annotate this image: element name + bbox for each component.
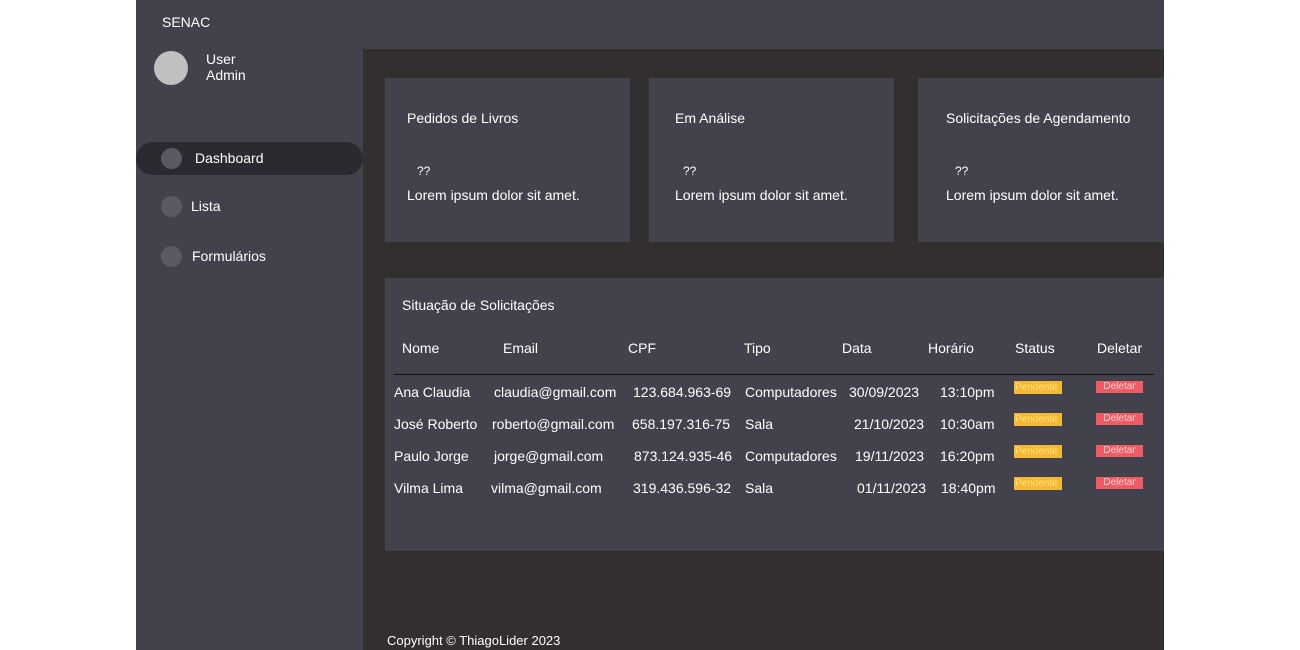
- delete-button[interactable]: Deletar: [1096, 477, 1143, 489]
- formularios-icon: [161, 246, 182, 267]
- card-title: Em Análise: [675, 110, 746, 126]
- cell-cpf: 123.684.963-69: [633, 384, 732, 400]
- status-badge: Pendente: [1014, 477, 1062, 490]
- cell-email: vilma@gmail.com: [491, 480, 602, 496]
- status-badge: Pendente: [1014, 381, 1062, 394]
- cell-tipo: Sala: [745, 480, 774, 496]
- lista-icon: [161, 196, 182, 217]
- status-badge: Pendente: [1014, 445, 1062, 458]
- card-pedidos-livros: Pedidos de Livros ?? Lorem ipsum dolor s…: [385, 78, 630, 242]
- cell-horario: 16:20pm: [940, 448, 995, 464]
- cell-horario: 13:10pm: [940, 384, 995, 400]
- sidebar: User Admin Dashboard Lista Formulários: [136, 49, 363, 650]
- column-header-data: Data: [842, 340, 872, 356]
- footer-copyright: Copyright © ThiagoLider 2023: [387, 633, 561, 648]
- main-content: Pedidos de Livros ?? Lorem ipsum dolor s…: [363, 49, 1164, 650]
- cell-tipo: Sala: [745, 416, 774, 432]
- cell-horario: 10:30am: [940, 416, 995, 432]
- column-header-horario: Horário: [928, 340, 974, 356]
- cell-nome: José Roberto: [394, 416, 478, 432]
- cell-tipo: Computadores: [745, 384, 837, 400]
- cell-cpf: 319.436.596-32: [633, 480, 732, 496]
- user-line1: User: [206, 51, 236, 67]
- column-header-tipo: Tipo: [744, 340, 771, 356]
- sidebar-item-label: Lista: [191, 198, 221, 214]
- app-window: SENAC User Admin Dashboard Lista Formulá…: [136, 0, 1164, 650]
- column-header-nome: Nome: [402, 340, 440, 356]
- card-description: Lorem ipsum dolor sit amet.: [946, 187, 1119, 203]
- cell-nome: Paulo Jorge: [394, 448, 469, 464]
- cell-horario: 18:40pm: [941, 480, 996, 496]
- card-description: Lorem ipsum dolor sit amet.: [407, 187, 580, 203]
- card-value: ??: [955, 164, 969, 178]
- table-row: Paulo Jorge jorge@gmail.com 873.124.935-…: [385, 445, 1164, 468]
- table-title: Situação de Solicitações: [402, 297, 555, 313]
- card-value: ??: [683, 164, 697, 178]
- cell-cpf: 658.197.316-75: [632, 416, 731, 432]
- sidebar-item-dashboard[interactable]: Dashboard: [136, 142, 363, 175]
- cell-data: 30/09/2023: [849, 384, 920, 400]
- sidebar-item-lista[interactable]: Lista: [136, 190, 363, 223]
- delete-button[interactable]: Deletar: [1096, 445, 1143, 457]
- card-title: Pedidos de Livros: [407, 110, 519, 126]
- status-badge: Pendente: [1014, 413, 1062, 426]
- cell-cpf: 873.124.935-46: [634, 448, 733, 464]
- sidebar-item-formularios[interactable]: Formulários: [136, 240, 363, 273]
- cell-nome: Ana Claudia: [394, 384, 471, 400]
- sidebar-item-label: Dashboard: [195, 150, 264, 166]
- sidebar-item-label: Formulários: [192, 248, 266, 264]
- brand-title: SENAC: [162, 14, 211, 30]
- delete-button[interactable]: Deletar: [1096, 381, 1143, 393]
- card-em-analise: Em Análise ?? Lorem ipsum dolor sit amet…: [649, 78, 894, 242]
- cell-nome: Vilma Lima: [394, 480, 463, 496]
- card-value: ??: [417, 164, 431, 178]
- cell-tipo: Computadores: [745, 448, 837, 464]
- table-row: Ana Claudia claudia@gmail.com 123.684.96…: [385, 381, 1164, 404]
- cell-data: 19/11/2023: [855, 448, 925, 464]
- cell-email: roberto@gmail.com: [492, 416, 615, 432]
- cell-data: 01/11/2023: [857, 480, 927, 496]
- delete-button[interactable]: Deletar: [1096, 413, 1143, 425]
- cell-email: claudia@gmail.com: [494, 384, 617, 400]
- user-line2: Admin: [206, 67, 246, 83]
- column-header-deletar: Deletar: [1097, 340, 1143, 356]
- cell-data: 21/10/2023: [854, 416, 925, 432]
- table-row: José Roberto roberto@gmail.com 658.197.3…: [385, 413, 1164, 436]
- column-header-cpf: CPF: [628, 340, 656, 356]
- user-name: User Admin: [206, 51, 286, 83]
- card-description: Lorem ipsum dolor sit amet.: [675, 187, 848, 203]
- dashboard-icon: [161, 148, 182, 169]
- card-title: Solicitações de Agendamento: [946, 110, 1131, 126]
- avatar: [154, 51, 188, 85]
- cell-email: jorge@gmail.com: [494, 448, 604, 464]
- header-divider: [394, 374, 1154, 375]
- top-bar: SENAC: [136, 0, 1164, 49]
- table-row: Vilma Lima vilma@gmail.com 319.436.596-3…: [385, 477, 1164, 500]
- card-solicitacoes-agendamento: Solicitações de Agendamento ?? Lorem ips…: [918, 78, 1164, 242]
- column-header-status: Status: [1015, 340, 1055, 356]
- column-header-email: Email: [503, 340, 539, 356]
- requests-table-panel: Situação de Solicitações Nome Email CPF …: [385, 278, 1164, 551]
